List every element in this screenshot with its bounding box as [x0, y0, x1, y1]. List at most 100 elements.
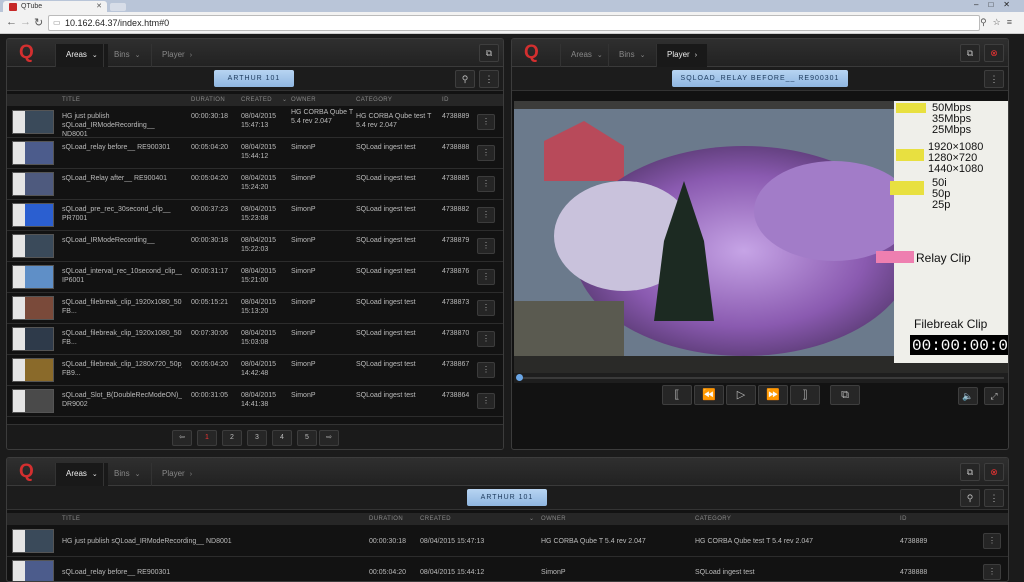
playhead-handle[interactable]	[516, 374, 523, 381]
table-row[interactable]: HG just publish sQLoad_IRModeRecording__…	[7, 107, 503, 138]
thumbnail-preview-strip	[13, 328, 25, 350]
row-menu-button[interactable]: ⋮	[477, 300, 495, 316]
cell-owner: HG CORBA Qube T 5.4 rev 2.047	[541, 538, 646, 545]
cell-category: SQLoad ingest test	[356, 330, 416, 337]
tab-player[interactable]: Player ›	[151, 44, 202, 67]
row-menu-button[interactable]: ⋮	[477, 145, 495, 161]
mark-out-button[interactable]: ⟧	[790, 385, 820, 405]
page-button-3[interactable]: 3	[247, 430, 267, 446]
fullscreen-icon[interactable]: ⤢	[984, 387, 1004, 405]
reload-icon[interactable]: ↻	[34, 16, 43, 29]
col-title[interactable]: TITLE	[62, 97, 80, 103]
cell-category: SQLoad ingest test	[356, 361, 416, 368]
row-menu-button[interactable]: ⋮	[477, 176, 495, 192]
more-options-button[interactable]: ⋮	[984, 489, 1004, 507]
toolbar-extension-icons[interactable]: ⚲☆≡	[980, 17, 1018, 28]
col-category[interactable]: CATEGORY	[695, 516, 731, 522]
table-row[interactable]: sQLoad_IRModeRecording__ 00:00:30:18 08/04…	[7, 231, 503, 262]
tab-areas[interactable]: Areas ⌄	[55, 44, 108, 67]
table-row[interactable]: sQLoad_filebreak_clip_1920x1080_50i_35Mb…	[7, 324, 503, 355]
col-owner[interactable]: OWNER	[291, 97, 316, 103]
col-category[interactable]: CATEGORY	[356, 97, 392, 103]
sort-desc-icon[interactable]: ⌄	[282, 96, 287, 103]
prev-page-icon[interactable]: ⇦	[172, 430, 192, 446]
cell-duration: 00:05:04:20	[191, 175, 228, 182]
fast-forward-button[interactable]: ⏩	[758, 385, 788, 405]
row-menu-button[interactable]: ⋮	[983, 533, 1001, 549]
row-menu-button[interactable]: ⋮	[477, 269, 495, 285]
table-row[interactable]: sQLoad_filebreak_clip_1920x1080_50i_50Mb…	[7, 293, 503, 324]
close-tab-icon[interactable]: ✕	[96, 2, 102, 10]
table-row[interactable]: sQLoad_relay before__ RE900301 00:05:04:2…	[7, 557, 1008, 581]
area-select-button[interactable]: ARTHUR 101	[467, 489, 547, 506]
cell-created: 08/04/2015 15:21:00	[241, 268, 277, 284]
cell-created: 08/04/2015 15:03:08	[241, 330, 277, 346]
col-duration[interactable]: DURATION	[369, 516, 403, 522]
add-panel-button[interactable]: ⧉	[960, 44, 980, 62]
add-panel-button[interactable]: ⧉	[960, 463, 980, 481]
tab-areas[interactable]: Areas ⌄	[560, 44, 613, 67]
cell-id: 4738882	[442, 206, 470, 213]
tab-bins-label: Bins	[619, 50, 635, 59]
search-icon[interactable]: ⚲	[960, 489, 980, 507]
tab-player[interactable]: Player ›	[151, 463, 202, 486]
cell-created: 08/04/2015 15:47:13	[420, 538, 485, 545]
page-button-1[interactable]: 1	[197, 430, 217, 446]
more-options-button[interactable]: ⋮	[479, 70, 499, 88]
add-panel-button[interactable]: ⧉	[479, 44, 499, 62]
cell-category: SQLoad ingest test	[356, 299, 416, 306]
browser-tab[interactable]: QTube ✕	[3, 1, 107, 12]
volume-icon[interactable]: 🔈	[958, 387, 978, 405]
row-menu-button[interactable]: ⋮	[477, 331, 495, 347]
close-panel-button[interactable]: ⊗	[984, 463, 1004, 481]
col-id[interactable]: ID	[442, 97, 449, 103]
tab-player[interactable]: Player ›	[656, 44, 708, 67]
row-menu-button[interactable]: ⋮	[477, 362, 495, 378]
row-menu-button[interactable]: ⋮	[983, 564, 1001, 580]
add-to-bin-button[interactable]: ⧉	[830, 385, 860, 405]
table-row[interactable]: sQLoad_relay before__ RE900301 00:05:04:2…	[7, 138, 503, 169]
col-title[interactable]: TITLE	[62, 516, 80, 522]
row-menu-button[interactable]: ⋮	[477, 207, 495, 223]
table-row[interactable]: sQLoad_Slot_B(DoubleRecModeON)__ DR9002 0…	[7, 386, 503, 417]
col-created[interactable]: CREATED	[241, 97, 272, 103]
col-created[interactable]: CREATED	[420, 516, 451, 522]
close-panel-button[interactable]: ⊗	[984, 44, 1004, 62]
table-row[interactable]: sQLoad_interval_rec_10second_clip__ IP60…	[7, 262, 503, 293]
video-viewport[interactable]: 50Mbps 35Mbps 25Mbps 1920×1080 1280×720 1440×…	[514, 101, 1008, 373]
row-menu-button[interactable]: ⋮	[477, 114, 495, 130]
tab-bins[interactable]: Bins ⌄	[103, 463, 150, 486]
scrub-bar[interactable]	[514, 373, 1008, 383]
back-arrow-icon[interactable]: ←	[6, 16, 17, 28]
play-button[interactable]: ▷	[726, 385, 756, 405]
row-menu-button[interactable]: ⋮	[477, 393, 495, 409]
clip-name-button[interactable]: SQLOAD_RELAY BEFORE__ RE900301	[672, 70, 848, 87]
page-button-2[interactable]: 2	[222, 430, 242, 446]
mark-in-button[interactable]: ⟦	[662, 385, 692, 405]
col-owner[interactable]: OWNER	[541, 516, 566, 522]
col-duration[interactable]: DURATION	[191, 97, 225, 103]
tab-areas[interactable]: Areas ⌄	[55, 463, 108, 486]
tab-bins[interactable]: Bins ⌄	[608, 44, 655, 67]
next-page-icon[interactable]: ⇨	[319, 430, 339, 446]
tab-bins[interactable]: Bins ⌄	[103, 44, 150, 67]
new-tab-button[interactable]	[110, 3, 126, 11]
page-button-4[interactable]: 4	[272, 430, 292, 446]
sort-desc-icon[interactable]: ⌄	[529, 515, 534, 522]
more-options-button[interactable]: ⋮	[984, 70, 1004, 88]
area-select-button[interactable]: ARTHUR 101	[214, 70, 294, 87]
cell-category: SQLoad ingest test	[356, 144, 416, 151]
search-icon[interactable]: ⚲	[455, 70, 475, 88]
qtube-logo: Q	[524, 42, 539, 63]
table-row[interactable]: sQLoad_Relay after__ RE900401 00:05:04:20…	[7, 169, 503, 200]
rewind-button[interactable]: ⏪	[694, 385, 724, 405]
col-id[interactable]: ID	[900, 516, 907, 522]
table-row[interactable]: HG just publish sQLoad_IRModeRecording__…	[7, 526, 1008, 557]
row-menu-button[interactable]: ⋮	[477, 238, 495, 254]
forward-arrow-icon[interactable]: →	[20, 16, 31, 28]
window-controls[interactable]: –□✕	[974, 0, 1020, 9]
page-button-5[interactable]: 5	[297, 430, 317, 446]
address-bar[interactable]: ▭ 10.162.64.37/index.htm#0	[48, 15, 980, 31]
table-row[interactable]: sQLoad_filebreak_clip_1280x720_50p_50Mbp…	[7, 355, 503, 386]
table-row[interactable]: sQLoad_pre_rec_30second_clip__ PR7001 00:…	[7, 200, 503, 231]
